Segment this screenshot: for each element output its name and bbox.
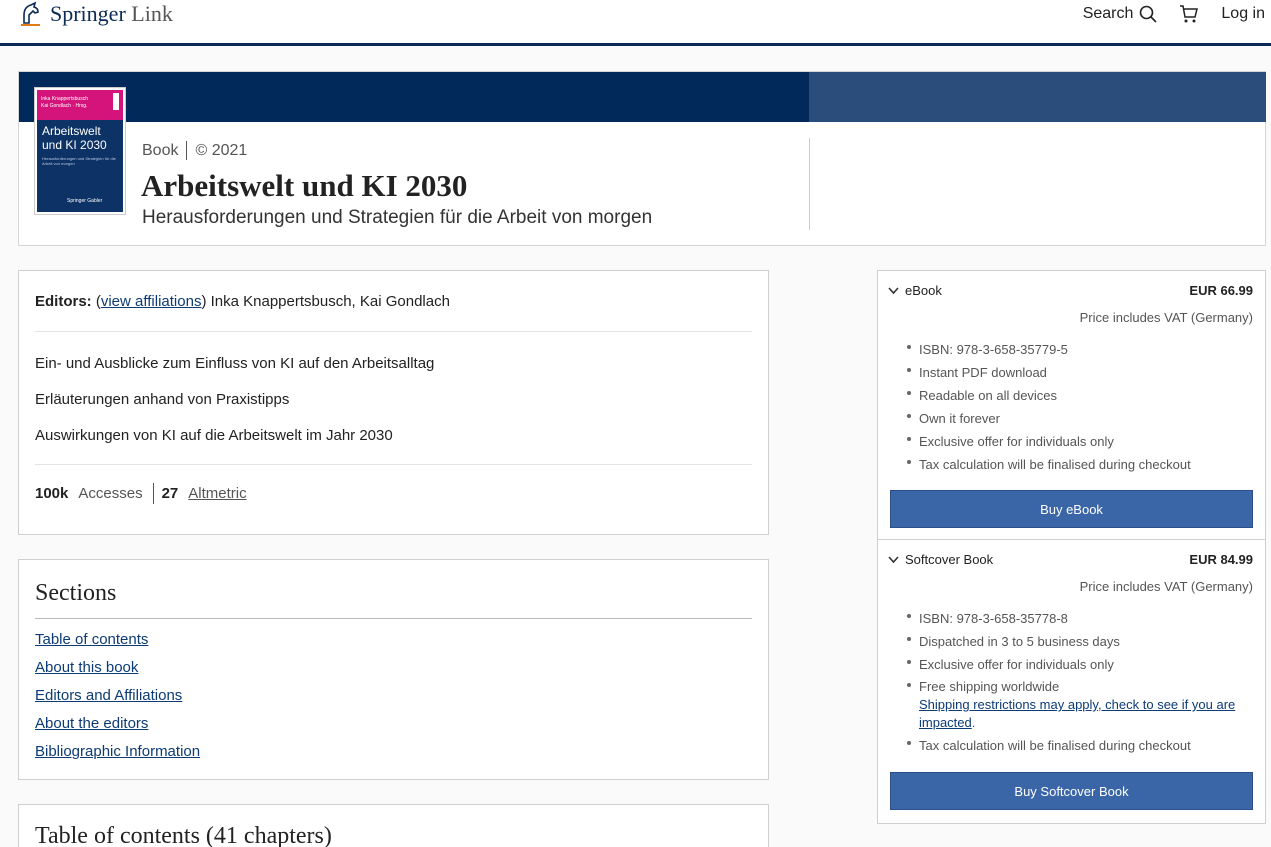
- section-link-table-of-contents[interactable]: Table of contents: [35, 631, 148, 648]
- ebook-price: EUR 66.99: [1189, 283, 1253, 298]
- hero-band: [19, 72, 809, 122]
- buy-softcover-button[interactable]: Buy Softcover Book: [890, 772, 1253, 810]
- ebook-option: eBook EUR 66.99 Price includes VAT (Germ…: [878, 271, 1265, 539]
- divider: [35, 464, 752, 465]
- book-cover: Inka Knappertsbusch Kai Gondlach · Hrsg.…: [35, 88, 125, 214]
- shipping-restrictions-link[interactable]: Shipping restrictions may apply, check t…: [919, 697, 1235, 730]
- feature-item: Tax calculation will be finalised during…: [907, 453, 1252, 476]
- cover-tab: [113, 93, 119, 110]
- brand-wordmark: Springer Link: [50, 1, 173, 26]
- softcover-label: Softcover Book: [905, 552, 994, 567]
- feature-item: ISBN: 978-3-658-35778-8: [907, 607, 1252, 630]
- softcover-toggle[interactable]: Softcover Book: [888, 552, 993, 567]
- hero-band-right: [809, 72, 1266, 122]
- book-year: © 2021: [195, 141, 248, 159]
- sections-divider: [35, 618, 752, 619]
- feature-item: Readable on all devices: [907, 384, 1252, 407]
- accesses-value: 100k: [35, 485, 69, 502]
- section-link-about-editors[interactable]: About the editors: [35, 715, 148, 732]
- accesses-label: Accesses: [78, 485, 143, 502]
- login-link[interactable]: Log in: [1221, 5, 1265, 23]
- springer-horse-icon: [21, 1, 40, 26]
- paren-close: ): [201, 293, 207, 310]
- ebook-toggle[interactable]: eBook: [888, 283, 942, 298]
- hero-divider: [809, 138, 810, 230]
- altmetric-link[interactable]: Altmetric: [188, 485, 246, 502]
- ebook-vat-note: Price includes VAT (Germany): [1079, 310, 1253, 325]
- feature-item: Own it forever: [907, 407, 1252, 430]
- sections-heading: Sections: [35, 580, 117, 606]
- feature-text: Free shipping worldwide: [919, 679, 1060, 694]
- feature-item: Exclusive offer for individuals only: [907, 653, 1252, 676]
- feature-item: Dispatched in 3 to 5 business days: [907, 630, 1252, 653]
- sections-card: Sections Table of contents About this bo…: [18, 559, 769, 780]
- metrics-separator: [152, 483, 154, 504]
- section-link-bibliographic-info[interactable]: Bibliographic Information: [35, 743, 200, 760]
- toc-heading: Table of contents (41 chapters): [35, 823, 332, 847]
- ebook-label: eBook: [905, 283, 942, 298]
- buy-ebook-button[interactable]: Buy eBook: [890, 490, 1253, 528]
- section-link-about-this-book[interactable]: About this book: [35, 659, 138, 676]
- meta-separator: [186, 141, 188, 160]
- cover-publisher: Springer Gabler: [67, 198, 103, 204]
- cover-editors: Inka Knappertsbusch Kai Gondlach · Hrsg.: [41, 96, 88, 109]
- top-bar: Springer Link Search Log in: [0, 0, 1271, 46]
- cover-title: Arbeitswelt und KI 2030: [42, 124, 107, 152]
- chevron-down-icon: [888, 555, 899, 563]
- altmetric-value: 27: [161, 485, 179, 502]
- ebook-features: ISBN: 978-3-658-35779-5 Instant PDF down…: [907, 338, 1252, 476]
- highlight-item: Auswirkungen von KI auf die Arbeitswelt …: [35, 427, 393, 444]
- feature-item: ISBN: 978-3-658-35779-5: [907, 338, 1252, 361]
- chevron-down-icon: [888, 286, 899, 294]
- softcover-features: ISBN: 978-3-658-35778-8 Dispatched in 3 …: [907, 607, 1252, 757]
- book-info-card: Editors: (view affiliations) Inka Knappe…: [18, 270, 769, 535]
- divider: [35, 331, 752, 332]
- search-icon: [1140, 5, 1157, 23]
- editors-label: Editors:: [35, 293, 92, 310]
- section-link-editors-affiliations[interactable]: Editors and Affiliations: [35, 687, 182, 704]
- toc-card: Table of contents (41 chapters): [18, 804, 769, 847]
- softcover-option: Softcover Book EUR 84.99 Price includes …: [878, 540, 1265, 824]
- book-meta: Book © 2021: [142, 141, 247, 160]
- cover-subtitle: Herausforderungen und Strategien für die…: [42, 156, 116, 166]
- feature-item: Exclusive offer for individuals only: [907, 430, 1252, 453]
- purchase-panel: eBook EUR 66.99 Price includes VAT (Germ…: [877, 270, 1266, 824]
- softcover-vat-note: Price includes VAT (Germany): [1079, 579, 1253, 594]
- feature-item: Tax calculation will be finalised during…: [907, 734, 1252, 757]
- book-subtitle: Herausforderungen und Strategien für die…: [142, 207, 653, 228]
- editors-line: Editors: (view affiliations) Inka Knappe…: [35, 293, 450, 310]
- editors-names: Inka Knappertsbusch, Kai Gondlach: [210, 293, 450, 310]
- highlight-item: Ein- und Ausblicke zum Einfluss von KI a…: [35, 355, 435, 372]
- link-period: .: [971, 715, 976, 730]
- feature-item: Instant PDF download: [907, 361, 1252, 384]
- header-nav: Search Log in: [1083, 0, 1265, 28]
- highlight-item: Erläuterungen anhand von Praxistipps: [35, 391, 290, 408]
- search-label: Search: [1082, 5, 1134, 22]
- metrics-row: 100k Accesses 27 Altmetric: [35, 483, 247, 504]
- book-hero: Inka Knappertsbusch Kai Gondlach · Hrsg.…: [18, 71, 1266, 246]
- feature-item: Free shipping worldwide Shipping restric…: [907, 676, 1252, 732]
- springerlink-logo[interactable]: Springer Link: [18, 0, 173, 28]
- view-affiliations-link[interactable]: view affiliations: [101, 293, 202, 310]
- cover-banner: Inka Knappertsbusch Kai Gondlach · Hrsg.: [37, 90, 123, 120]
- search-link[interactable]: Search: [1083, 5, 1158, 23]
- book-title: Arbeitswelt und KI 2030: [141, 168, 468, 203]
- book-type: Book: [142, 141, 179, 159]
- softcover-price: EUR 84.99: [1189, 552, 1253, 567]
- cart-icon[interactable]: [1179, 4, 1199, 24]
